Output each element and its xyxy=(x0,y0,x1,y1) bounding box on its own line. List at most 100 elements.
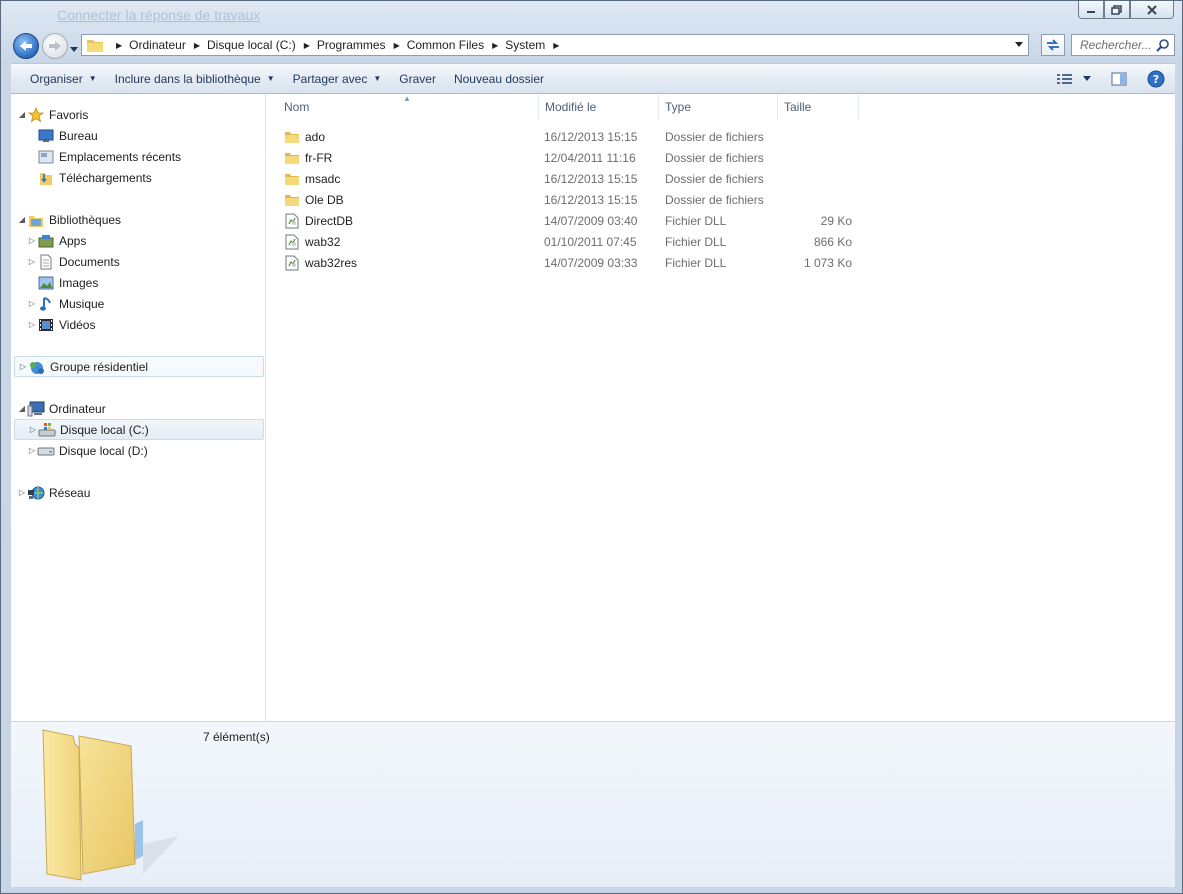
address-dropdown[interactable] xyxy=(1010,35,1028,55)
collapsed-arrow-icon[interactable]: ▷ xyxy=(27,236,37,245)
collapsed-arrow-icon[interactable]: ▷ xyxy=(27,446,37,455)
nav-item-bureau[interactable]: Bureau xyxy=(11,125,265,146)
collapsed-arrow-icon[interactable]: ▷ xyxy=(28,425,38,434)
file-name-cell: Ole DB xyxy=(284,189,344,210)
nav-item-disque-d[interactable]: ▷ Disque local (D:) xyxy=(11,440,265,461)
search-input[interactable]: Rechercher... xyxy=(1071,34,1175,56)
file-row[interactable]: wab32res 14/07/2009 03:33 Fichier DLL 1 … xyxy=(266,252,866,273)
nav-item-videos[interactable]: ▷ Vidéos xyxy=(11,314,265,335)
nav-item-label: Apps xyxy=(59,233,87,248)
nav-item-label: Bureau xyxy=(59,128,98,143)
file-row[interactable]: ado 16/12/2013 15:15 Dossier de fichiers xyxy=(266,126,866,147)
file-name-cell: wab32 xyxy=(284,231,340,252)
file-modified: 14/07/2009 03:40 xyxy=(544,213,638,228)
svg-text:?: ? xyxy=(1153,73,1159,86)
column-header-size[interactable]: Taille xyxy=(778,94,859,120)
file-name-cell: fr-FR xyxy=(284,147,332,168)
nav-libraries[interactable]: ◢ Bibliothèques xyxy=(11,209,265,230)
file-name-cell: wab32res xyxy=(284,252,357,273)
recent-places-icon xyxy=(37,149,55,165)
breadcrumb-disque-c[interactable]: Disque local (C:) xyxy=(207,38,296,52)
new-folder-button[interactable]: Nouveau dossier xyxy=(445,64,553,93)
breadcrumb-separator[interactable]: ▶ xyxy=(394,41,400,50)
new-folder-label: Nouveau dossier xyxy=(453,71,545,86)
file-modified: 12/04/2011 11:16 xyxy=(544,150,636,165)
desktop-icon xyxy=(37,128,55,144)
nav-homegroup[interactable]: ▷ Groupe résidentiel xyxy=(14,356,264,377)
folder-icon xyxy=(87,40,103,52)
computer-icon xyxy=(27,401,45,417)
images-icon xyxy=(37,275,55,291)
nav-item-downloads[interactable]: Téléchargements xyxy=(11,167,265,188)
column-header-type[interactable]: Type xyxy=(659,94,778,120)
forward-button[interactable] xyxy=(42,33,68,59)
dll-file-icon xyxy=(284,213,300,229)
expanded-arrow-icon[interactable]: ◢ xyxy=(17,404,27,413)
file-type: Dossier de fichiers xyxy=(665,129,764,144)
file-size: 29 Ko xyxy=(820,213,852,228)
back-button[interactable] xyxy=(13,33,39,59)
nav-item-apps[interactable]: ▷ Apps xyxy=(11,230,265,251)
breadcrumb-common-files[interactable]: Common Files xyxy=(407,38,484,52)
nav-item-label: Images xyxy=(59,275,99,290)
collapsed-arrow-icon[interactable]: ▷ xyxy=(18,362,28,371)
minimize-icon xyxy=(1087,10,1095,13)
nav-item-disque-c[interactable]: ▷ Disque local (C:) xyxy=(14,419,264,440)
maximize-button[interactable] xyxy=(1104,1,1130,19)
refresh-button[interactable] xyxy=(1041,34,1065,56)
collapsed-arrow-icon[interactable]: ▷ xyxy=(27,299,37,308)
file-row[interactable]: Ole DB 16/12/2013 15:15 Dossier de fichi… xyxy=(266,189,866,210)
share-with-button[interactable]: Partager avec ▼ xyxy=(284,64,391,93)
column-header-modified[interactable]: Modifié le xyxy=(539,94,659,120)
file-name: msadc xyxy=(305,171,341,186)
breadcrumb-programmes[interactable]: Programmes xyxy=(317,38,386,52)
history-dropdown[interactable] xyxy=(70,42,78,56)
file-size xyxy=(778,189,852,210)
breadcrumb-system[interactable]: System xyxy=(505,38,545,52)
file-type: Dossier de fichiers xyxy=(665,171,764,186)
file-name-cell: msadc xyxy=(284,168,340,189)
breadcrumb-separator[interactable]: ▶ xyxy=(492,41,498,50)
collapsed-arrow-icon[interactable]: ▷ xyxy=(17,488,27,497)
folder-icon xyxy=(284,129,300,145)
nav-item-documents[interactable]: ▷ Documents xyxy=(11,251,265,272)
close-button[interactable] xyxy=(1130,1,1174,19)
nav-homegroup-label: Groupe résidentiel xyxy=(50,359,149,374)
breadcrumb-separator[interactable]: ▶ xyxy=(116,41,122,50)
file-name: fr-FR xyxy=(305,150,333,165)
view-controls: ? xyxy=(1047,64,1175,93)
breadcrumb-separator[interactable]: ▶ xyxy=(194,41,200,50)
file-list-pane: ▲ Nom Modifié le Type Taille ado 16/12/2… xyxy=(266,94,1175,721)
collapsed-arrow-icon[interactable]: ▷ xyxy=(27,320,37,329)
file-row[interactable]: msadc 16/12/2013 15:15 Dossier de fichie… xyxy=(266,168,866,189)
organize-button[interactable]: Organiser ▼ xyxy=(21,64,106,93)
nav-item-label: Emplacements récents xyxy=(59,149,182,164)
nav-favorites-label: Favoris xyxy=(49,107,89,122)
expanded-arrow-icon[interactable]: ◢ xyxy=(17,110,27,119)
nav-item-recent[interactable]: Emplacements récents xyxy=(11,146,265,167)
burn-button[interactable]: Graver xyxy=(390,64,445,93)
nav-libraries-label: Bibliothèques xyxy=(49,212,122,227)
file-row[interactable]: fr-FR 12/04/2011 11:16 Dossier de fichie… xyxy=(266,147,866,168)
nav-item-images[interactable]: Images xyxy=(11,272,265,293)
file-row[interactable]: wab32 01/10/2011 07:45 Fichier DLL 866 K… xyxy=(266,231,866,252)
nav-computer[interactable]: ◢ Ordinateur xyxy=(11,398,265,419)
breadcrumb-separator[interactable]: ▶ xyxy=(304,41,310,50)
burn-label: Graver xyxy=(399,71,436,86)
nav-network[interactable]: ▷ Réseau xyxy=(11,482,265,503)
nav-item-music[interactable]: ▷ Musique xyxy=(11,293,265,314)
nav-item-label: Documents xyxy=(59,254,120,269)
file-row[interactable]: DirectDB 14/07/2009 03:40 Fichier DLL 29… xyxy=(266,210,866,231)
include-library-button[interactable]: Inclure dans la bibliothèque ▼ xyxy=(106,64,284,93)
change-view-button[interactable] xyxy=(1057,73,1091,85)
preview-pane-button[interactable] xyxy=(1111,72,1127,86)
column-header-name[interactable]: Nom xyxy=(278,94,539,120)
nav-favorites[interactable]: ◢ Favoris xyxy=(11,104,265,125)
breadcrumb-separator[interactable]: ▶ xyxy=(553,41,559,50)
breadcrumb-ordinateur[interactable]: Ordinateur xyxy=(129,38,186,52)
expanded-arrow-icon[interactable]: ◢ xyxy=(17,215,27,224)
minimize-button[interactable] xyxy=(1078,1,1104,19)
address-bar[interactable]: ▶ Ordinateur ▶ Disque local (C:) ▶ Progr… xyxy=(81,34,1029,56)
help-button[interactable]: ? xyxy=(1147,70,1165,88)
collapsed-arrow-icon[interactable]: ▷ xyxy=(27,257,37,266)
